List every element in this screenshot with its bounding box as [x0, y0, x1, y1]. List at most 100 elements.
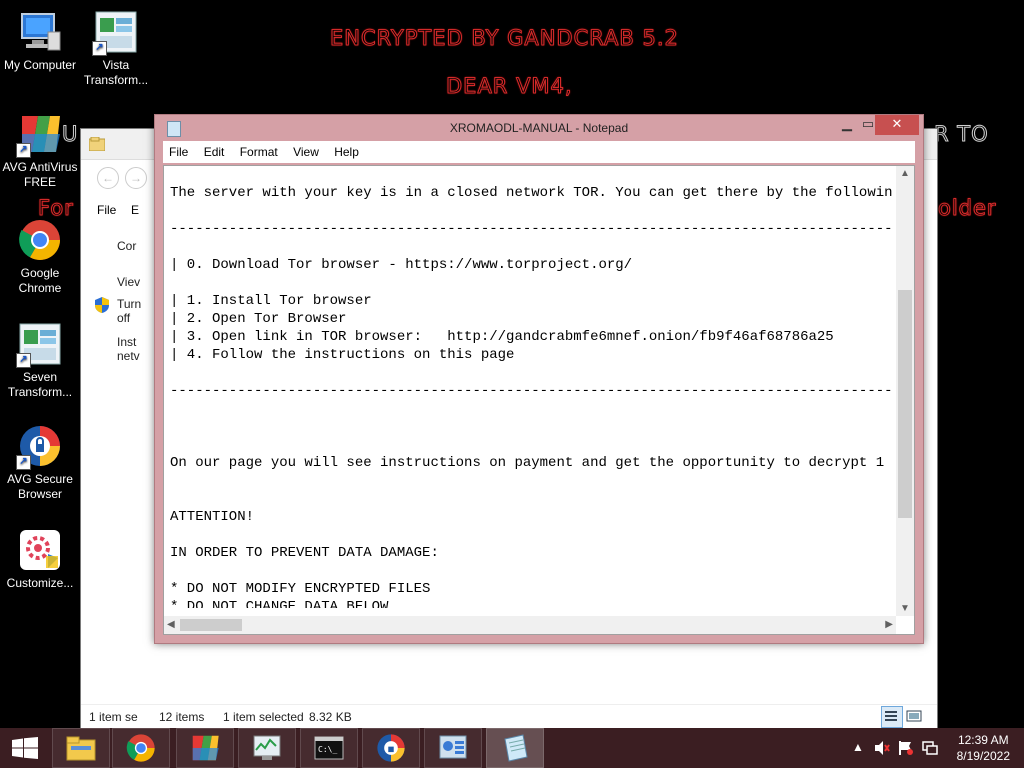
document-line: ----------------------------------------…: [170, 383, 892, 399]
chrome-icon: [18, 218, 62, 262]
menu-format[interactable]: Format: [234, 141, 284, 163]
wallpaper-greeting: DEAR VM4,: [446, 74, 573, 99]
desktop-icon-seven-transform[interactable]: ↗ Seven Transform...: [0, 322, 80, 400]
close-icon: ✕: [891, 116, 903, 131]
menu-view[interactable]: View: [287, 141, 325, 163]
text-editor-area[interactable]: The server with your key is in a closed …: [163, 165, 915, 635]
folder-icon: [66, 736, 96, 761]
avg-antivirus-icon: ↗: [16, 112, 62, 158]
details-view-icon: [885, 711, 897, 721]
document-line: | 1. Install Tor browser: [170, 293, 372, 309]
windows-logo-icon: [12, 737, 38, 759]
nav-item[interactable]: Inst netv: [117, 335, 141, 363]
explorer-statusbar: 1 item se 12 items 1 item selected 8.32 …: [81, 704, 937, 729]
command-prompt-icon: C:\_: [314, 736, 344, 760]
back-button[interactable]: ←: [97, 167, 119, 189]
vertical-scroll-thumb[interactable]: [898, 290, 912, 518]
close-button[interactable]: ✕: [875, 115, 919, 135]
details-view-button[interactable]: [881, 706, 903, 728]
notepad-icon: [504, 734, 528, 762]
shortcut-arrow-icon: ↗: [16, 353, 31, 368]
scroll-down-arrow-icon[interactable]: ▼: [900, 603, 910, 614]
desktop-icon-avg-antivirus[interactable]: ↗ AVG AntiVirus FREE: [0, 112, 80, 190]
desktop-icon-google-chrome[interactable]: Google Chrome: [0, 218, 80, 296]
task-manager-icon: [253, 735, 281, 760]
desktop-icon-label: My Computer: [3, 58, 77, 72]
taskbar-file-explorer[interactable]: [52, 728, 110, 768]
control-panel-icon: [439, 735, 467, 759]
start-button[interactable]: [0, 728, 50, 768]
taskbar-notepad[interactable]: [486, 728, 544, 768]
customize-gear-icon: [18, 528, 62, 572]
nav-item[interactable]: Cor: [117, 239, 136, 253]
minimize-button[interactable]: ▁: [835, 115, 859, 135]
vertical-scrollbar[interactable]: ▲ ▼: [896, 166, 914, 616]
document-line: | 4. Follow the instructions on this pag…: [170, 347, 515, 363]
desktop-icon-avg-secure-browser[interactable]: ↗ AVG Secure Browser: [0, 424, 80, 502]
clock-date: 8/19/2022: [956, 749, 1010, 763]
ribbon-tab[interactable]: E: [131, 203, 139, 217]
desktop-icon-label: Customize...: [6, 576, 74, 590]
notepad-titlebar[interactable]: XROMAODL-MANUAL - Notepad: [155, 115, 923, 141]
forward-button[interactable]: →: [125, 167, 147, 189]
desktop-icon-my-computer[interactable]: My Computer: [0, 10, 80, 73]
notepad-app-icon: [167, 121, 181, 137]
taskbar-command-prompt[interactable]: C:\_: [300, 728, 358, 768]
taskbar-avg-antivirus[interactable]: [176, 728, 234, 768]
desktop-icon-label: Seven Transform...: [7, 370, 73, 399]
system-clock[interactable]: 12:39 AM 8/19/2022: [957, 732, 1010, 764]
menu-file[interactable]: File: [163, 141, 194, 163]
desktop-icon-customize[interactable]: Customize...: [0, 528, 80, 591]
action-center-flag-icon[interactable]: [898, 740, 914, 759]
scroll-left-arrow-icon[interactable]: ◀: [167, 619, 175, 630]
document-text[interactable]: The server with your key is in a closed …: [170, 184, 892, 608]
status-item-count: 12 items: [159, 710, 205, 724]
menu-edit[interactable]: Edit: [198, 141, 231, 163]
transform-pack-icon: ↗: [92, 10, 138, 56]
volume-muted-icon[interactable]: [874, 740, 890, 759]
show-hidden-icons-button[interactable]: ▲: [852, 740, 864, 754]
chrome-icon: [126, 734, 155, 762]
horizontal-scroll-thumb[interactable]: [180, 619, 242, 631]
large-icons-view-button[interactable]: [905, 707, 923, 725]
horizontal-scrollbar[interactable]: ◀ ▶: [164, 616, 896, 634]
status-selection-left: 1 item se: [89, 710, 138, 724]
desktop-icon-label: Google Chrome: [18, 266, 62, 295]
ribbon-file-tab[interactable]: File: [97, 203, 116, 217]
document-line: The server with your key is in a closed …: [170, 185, 892, 201]
large-icons-view-icon: [906, 710, 922, 722]
nav-item[interactable]: Viev: [117, 275, 140, 289]
taskbar-avg-secure-browser[interactable]: [362, 728, 420, 768]
document-line: | 2. Open Tor Browser: [170, 311, 347, 327]
nav-item[interactable]: Turn off: [117, 297, 141, 325]
shortcut-arrow-icon: ↗: [16, 143, 31, 158]
scroll-right-arrow-icon[interactable]: ▶: [885, 619, 893, 630]
avg-antivirus-icon: [192, 735, 219, 761]
document-line: ATTENTION!: [170, 509, 255, 525]
status-selected-size: 8.32 KB: [309, 710, 352, 724]
avg-secure-browser-icon: [377, 734, 405, 762]
maximize-icon: ▭: [861, 116, 875, 131]
notepad-window[interactable]: XROMAODL-MANUAL - Notepad ▁ ▭ ✕ File Edi…: [154, 114, 924, 644]
desktop-icon-label: Vista Transform...: [83, 58, 149, 87]
uac-shield-icon: [95, 297, 109, 313]
taskbar-control-panel[interactable]: [424, 728, 482, 768]
taskbar-google-chrome[interactable]: [112, 728, 170, 768]
network-icon[interactable]: [922, 740, 938, 759]
document-line: * DO NOT CHANGE DATA BELOW: [170, 599, 389, 608]
clock-time: 12:39 AM: [957, 733, 1009, 747]
taskbar: C:\_ ▲ 12:39 AM 8/19/2022: [0, 728, 1024, 768]
menu-help[interactable]: Help: [328, 141, 365, 163]
desktop-icon-vista-transform[interactable]: ↗ Vista Transform...: [76, 10, 156, 88]
transform-pack-icon: ↗: [16, 322, 62, 368]
scroll-up-arrow-icon[interactable]: ▲: [900, 168, 910, 179]
taskbar-task-manager[interactable]: [238, 728, 296, 768]
